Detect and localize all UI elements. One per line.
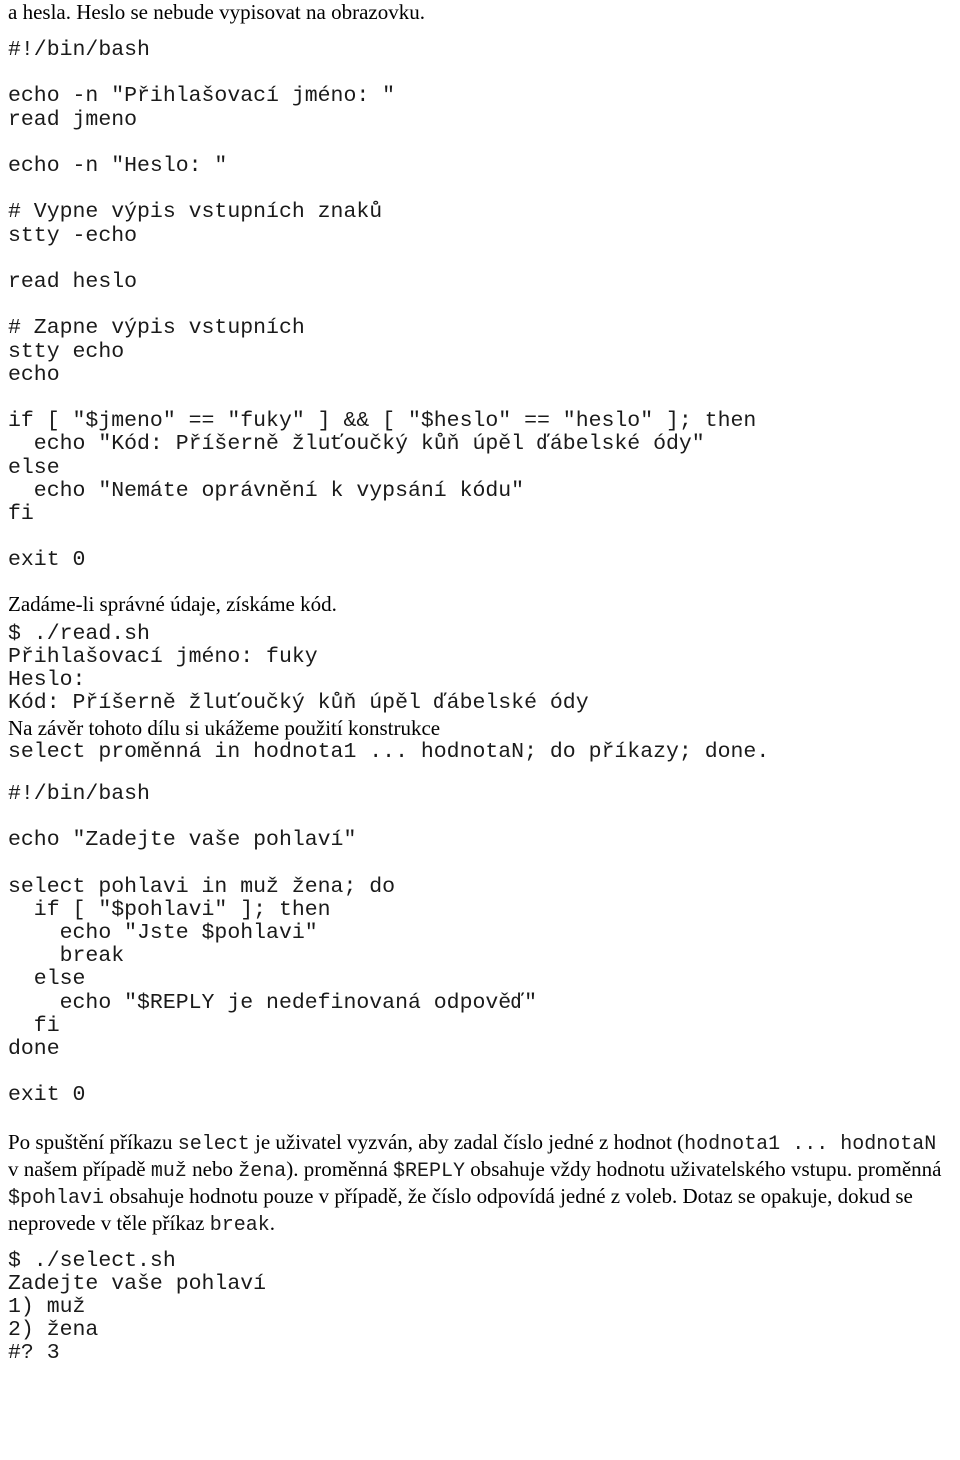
text-fragment: je uživatel vyzván, aby zadal číslo jedn… [249, 1129, 685, 1154]
code-line: stty echo [8, 339, 125, 364]
terminal-line: Přihlašovací jméno: fuky [8, 644, 318, 669]
code-line: echo "Nemáte oprávnění k vypsání kódu" [8, 478, 525, 503]
code-line: echo -n "Přihlašovací jméno: " [8, 84, 396, 109]
inline-code-muz: muž [150, 1159, 187, 1183]
code-block-select-sh: #!/bin/bash echo "Zadejte vaše pohlaví" … [0, 781, 960, 1108]
terminal-line: $ ./select.sh [8, 1248, 176, 1273]
code-line: select pohlavi in muž žena; do [8, 874, 396, 899]
code-line: echo [8, 362, 60, 387]
intro-paragraph: a hesla. Heslo se nebude vypisovat na ob… [8, 0, 425, 24]
code-block-read-sh: #!/bin/bash echo -n "Přihlašovací jméno:… [0, 38, 960, 573]
code-line: else [8, 967, 86, 992]
select-syntax-line: select proměnná in hodnota1 ... hodnotaN… [8, 740, 770, 765]
code-line: fi [8, 1013, 60, 1038]
code-line: read heslo [8, 270, 138, 295]
text-fragment: Po spuštění příkazu [8, 1129, 178, 1154]
caption-select-intro: Na závěr tohoto dílu si ukážeme použití … [8, 716, 441, 741]
terminal-line: Zadejte vaše pohlaví [8, 1271, 267, 1296]
terminal-line: $ ./read.sh [8, 621, 150, 646]
code-line: #!/bin/bash [8, 781, 150, 806]
code-line: done [8, 1036, 60, 1061]
terminal-line: Heslo: [8, 668, 86, 693]
code-line: break [8, 944, 125, 969]
text-fragment: obsahuje vždy hodnotu uživatelského vstu… [464, 1156, 942, 1181]
code-line: echo "Jste $pohlavi" [8, 920, 318, 945]
document-page: a hesla. Heslo se nebude vypisovat na ob… [0, 0, 960, 1460]
terminal-output-select-sh: $ ./select.sh Zadejte vaše pohlaví 1) mu… [0, 1248, 960, 1366]
text-fragment: . [269, 1210, 276, 1235]
code-line: #!/bin/bash [8, 38, 150, 62]
text-fragment: ). proměnná [286, 1156, 393, 1181]
code-line: exit 0 [8, 1083, 86, 1108]
code-line: stty -echo [8, 223, 138, 248]
code-line: echo "Zadejte vaše pohlaví" [8, 828, 357, 853]
inline-code-break: break [209, 1213, 270, 1237]
terminal-line: #? 3 [8, 1341, 60, 1366]
inline-code-pohlavi: $pohlavi [8, 1186, 105, 1210]
paragraph-select-explanation: Po spuštění příkazu select je uživatel v… [0, 1130, 960, 1238]
code-line: else [8, 455, 60, 480]
text-fragment: v našem případě [8, 1156, 151, 1181]
code-line: exit 0 [8, 548, 86, 573]
code-line: echo "Kód: Příšerně žluťoučký kůň úpěl ď… [8, 432, 705, 457]
inline-code-reply: $REPLY [392, 1159, 465, 1183]
terminal-line: Kód: Příšerně žluťoučký kůň úpěl ďábelsk… [8, 691, 589, 716]
code-line: # Zapne výpis vstupních [8, 316, 305, 341]
code-line: fi [8, 502, 34, 527]
terminal-output-read-sh: $ ./read.sh Přihlašovací jméno: fuky Hes… [0, 621, 960, 716]
code-line: if [ "$pohlavi" ]; then [8, 897, 331, 922]
code-line: echo "$REPLY je nedefinovaná odpověď" [8, 990, 537, 1015]
code-line: echo -n "Heslo: " [8, 154, 228, 179]
code-line: read jmeno [8, 107, 138, 132]
text-fragment: obsahuje hodnotu pouze v případě, že čís… [8, 1183, 913, 1235]
terminal-line: 1) muž [8, 1294, 86, 1319]
caption-read-result: Zadáme-li správné údaje, získáme kód. [8, 591, 337, 616]
code-line: if [ "$jmeno" == "fuky" ] && [ "$heslo" … [8, 409, 757, 434]
terminal-line: 2) žena [8, 1318, 99, 1343]
inline-code-zena: žena [238, 1159, 287, 1183]
text-fragment: nebo [186, 1156, 239, 1181]
code-line: # Vypne výpis vstupních znaků [8, 200, 383, 225]
inline-code-hodnota-range: hodnota1 ... hodnotaN [684, 1132, 937, 1156]
inline-code-select: select [177, 1132, 250, 1156]
